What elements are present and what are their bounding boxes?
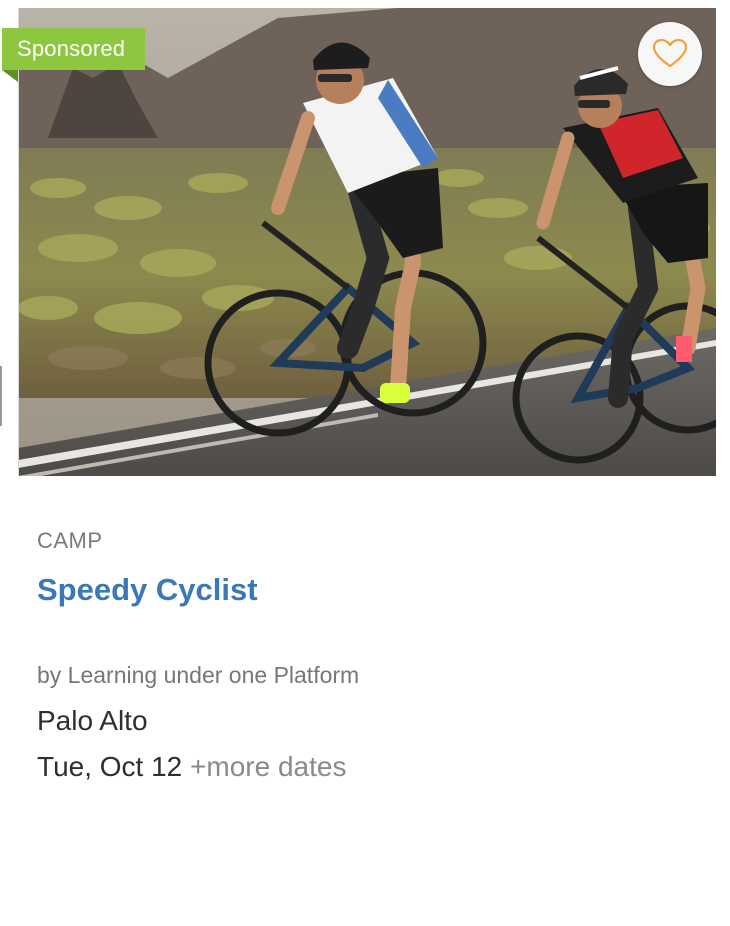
sponsored-badge: Sponsored (2, 28, 146, 70)
listing-dates: Tue, Oct 12 +more dates (37, 751, 346, 783)
listing-provider: by Learning under one Platform (37, 662, 360, 688)
listing-category: CAMP (37, 528, 103, 553)
image-left-border (18, 8, 19, 476)
listing-date: Tue, Oct 12 (37, 751, 183, 782)
listing-card[interactable]: Sponsored CAMP Speedy Cyclist by Learnin… (0, 0, 730, 926)
favorite-button[interactable] (638, 22, 702, 86)
listing-title-link[interactable]: Speedy Cyclist (37, 572, 258, 608)
listing-location: Palo Alto (37, 705, 148, 736)
more-dates-link[interactable]: +more dates (190, 751, 346, 782)
cyclists-photo (18, 8, 716, 476)
scroll-edge-indicator (0, 366, 2, 426)
heart-outline-icon (653, 39, 687, 68)
listing-image[interactable] (18, 8, 716, 476)
sponsored-badge-fold (2, 70, 18, 82)
